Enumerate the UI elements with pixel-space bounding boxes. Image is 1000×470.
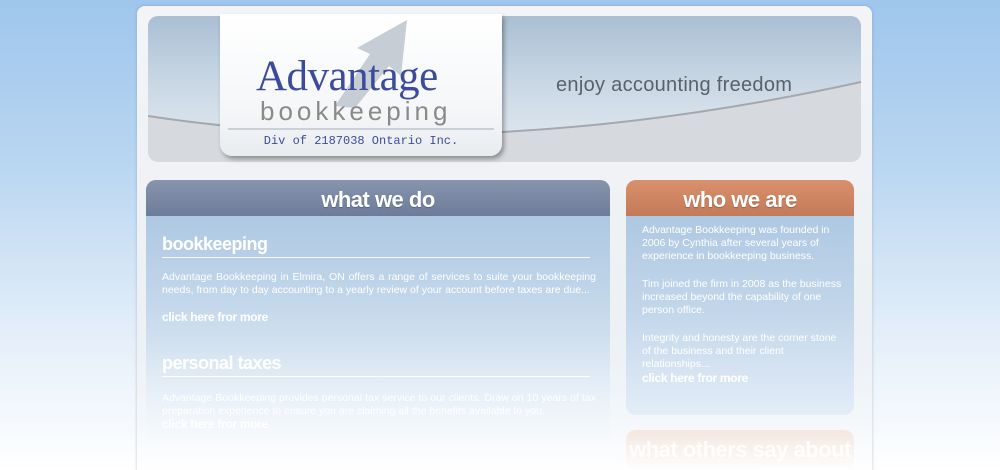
personal-taxes-text: Advantage Bookkeeping provides personal … <box>162 392 596 417</box>
who-paragraph: Integrity and honesty are the corner sto… <box>642 332 837 370</box>
what-we-do-heading: what we do <box>146 180 610 216</box>
logo-title: Advantage <box>256 53 438 100</box>
section-divider <box>162 257 590 258</box>
bookkeeping-title: bookkeeping <box>162 234 268 254</box>
who-paragraph: Tim joined the firm in 2008 as the busin… <box>642 278 842 316</box>
logo-divider <box>228 128 494 130</box>
what-others-say-heading: what others say about us <box>629 437 851 462</box>
what-we-do-panel: what we do bookkeeping Advantage Bookkee… <box>146 180 610 470</box>
bookkeeping-text: Advantage Bookkeeping in Elmira, ON offe… <box>162 271 596 296</box>
who-we-are-heading: who we are <box>626 180 854 216</box>
tagline: enjoy accounting freedom <box>556 74 793 96</box>
logo[interactable]: Advantage bookkeeping Div of 2187038 Ont… <box>220 14 502 156</box>
what-others-say-panel: what others say about us <box>626 430 854 470</box>
who-paragraph: Advantage Bookkeeping was founded in 200… <box>642 224 830 262</box>
personal-taxes-more-link[interactable]: click here fror more <box>162 417 268 431</box>
logo-subtitle: bookkeeping <box>260 96 452 126</box>
logo-division: Div of 2187038 Ontario Inc. <box>263 134 459 148</box>
who-we-are-more-link[interactable]: click here fror more <box>642 371 748 385</box>
who-we-are-panel: who we are Advantage Bookkeeping was fou… <box>626 180 854 415</box>
bookkeeping-more-link[interactable]: click here fror more <box>162 310 268 324</box>
section-divider <box>162 376 590 377</box>
personal-taxes-title: personal taxes <box>162 353 282 373</box>
